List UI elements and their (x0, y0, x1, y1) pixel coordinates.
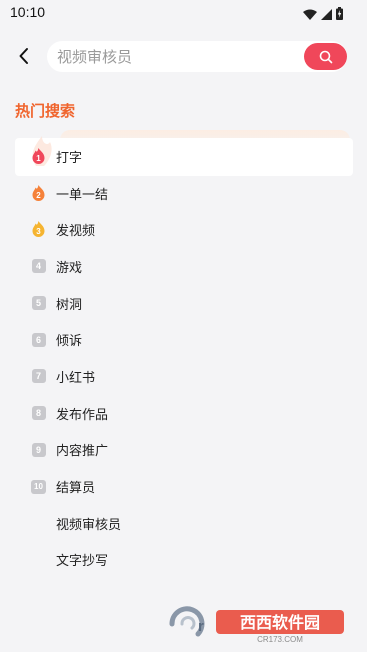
hot-search-title: 热门搜索 (15, 102, 76, 120)
list-item-label: 文字抄写 (56, 554, 109, 570)
back-button[interactable] (12, 44, 36, 68)
list-item[interactable]: 3 发视频 (0, 211, 367, 248)
rank-number: 3 (36, 227, 41, 236)
list-item-label: 倾诉 (56, 334, 83, 350)
watermark-logo-text: 西西软件园 (240, 613, 320, 632)
rank-badge: 5 (31, 296, 46, 311)
rank-number: 2 (36, 191, 41, 200)
list-item-label: 视频审核员 (56, 517, 122, 533)
rank-badge: 9 (31, 442, 46, 457)
list-item-label: 结算员 (56, 481, 96, 497)
list-item[interactable]: 2 一单一结 (0, 175, 367, 212)
search-box (47, 41, 347, 72)
rank-number: 7 (31, 369, 46, 384)
status-time: 10:10 (10, 4, 46, 20)
rank-flame-icon: 2 (31, 184, 46, 201)
list-item[interactable]: 4 游戏 (0, 248, 367, 285)
list-item[interactable]: 1 打字 (0, 138, 367, 175)
list-item[interactable]: 5 树洞 (0, 285, 367, 322)
watermark-sub-text: CR173.COM (257, 635, 303, 644)
rank-flame-icon: 3 (31, 221, 46, 238)
list-item-label: 一单一结 (56, 187, 109, 203)
list-item[interactable]: 8 发布作品 (0, 395, 367, 432)
rank-badge: 7 (31, 369, 46, 384)
search-icon (319, 50, 332, 63)
hot-search-list: 1 打字 2 一单一结 3 发视频 4 游戏 5 树洞 6 倾诉 7 小红书 8… (0, 138, 367, 578)
list-item[interactable]: 视频审核员 (0, 505, 367, 542)
rank-number: 10 (31, 479, 46, 494)
list-item-label: 内容推广 (56, 444, 109, 460)
list-item-label: 发视频 (56, 224, 96, 240)
list-item[interactable]: 9 内容推广 (0, 432, 367, 469)
rank-badge: 4 (31, 259, 46, 274)
list-item[interactable]: 文字抄写 (0, 542, 367, 579)
search-input[interactable] (57, 41, 297, 72)
list-item-label: 游戏 (56, 260, 83, 276)
search-button[interactable] (304, 43, 347, 70)
rank-number: 9 (31, 442, 46, 457)
rank-number: 8 (31, 406, 46, 421)
battery-charging-icon (336, 5, 343, 24)
list-item[interactable]: 6 倾诉 (0, 321, 367, 358)
wifi-icon (303, 5, 317, 24)
rank-badge: 10 (31, 479, 46, 494)
rank-badge: 6 (31, 332, 46, 347)
list-item[interactable]: 7 小红书 (0, 358, 367, 395)
search-screen: 10:10 视频审核员 热门搜索 1 打字 2 一单一结 3 发视频 4 游戏 … (0, 0, 367, 652)
status-icons (303, 5, 343, 24)
svg-text:r: r (198, 618, 204, 635)
status-bar: 10:10 (0, 0, 367, 26)
list-item-label: 树洞 (56, 297, 83, 313)
list-item-label: 小红书 (56, 370, 96, 386)
rank-number: 4 (31, 259, 46, 274)
rank-badge: 8 (31, 406, 46, 421)
list-item-label: 发布作品 (56, 407, 109, 423)
rank-number: 6 (31, 332, 46, 347)
rank-flame-icon: 1 (31, 147, 46, 164)
rank-number: 5 (31, 296, 46, 311)
cell-signal-icon (321, 5, 332, 24)
rank-number: 1 (36, 154, 41, 163)
watermark-logo: r 西西软件园 CR173.COM (169, 606, 344, 644)
chevron-left-icon (19, 48, 28, 64)
list-item[interactable]: 10 结算员 (0, 468, 367, 505)
list-item-label: 打字 (56, 150, 83, 166)
